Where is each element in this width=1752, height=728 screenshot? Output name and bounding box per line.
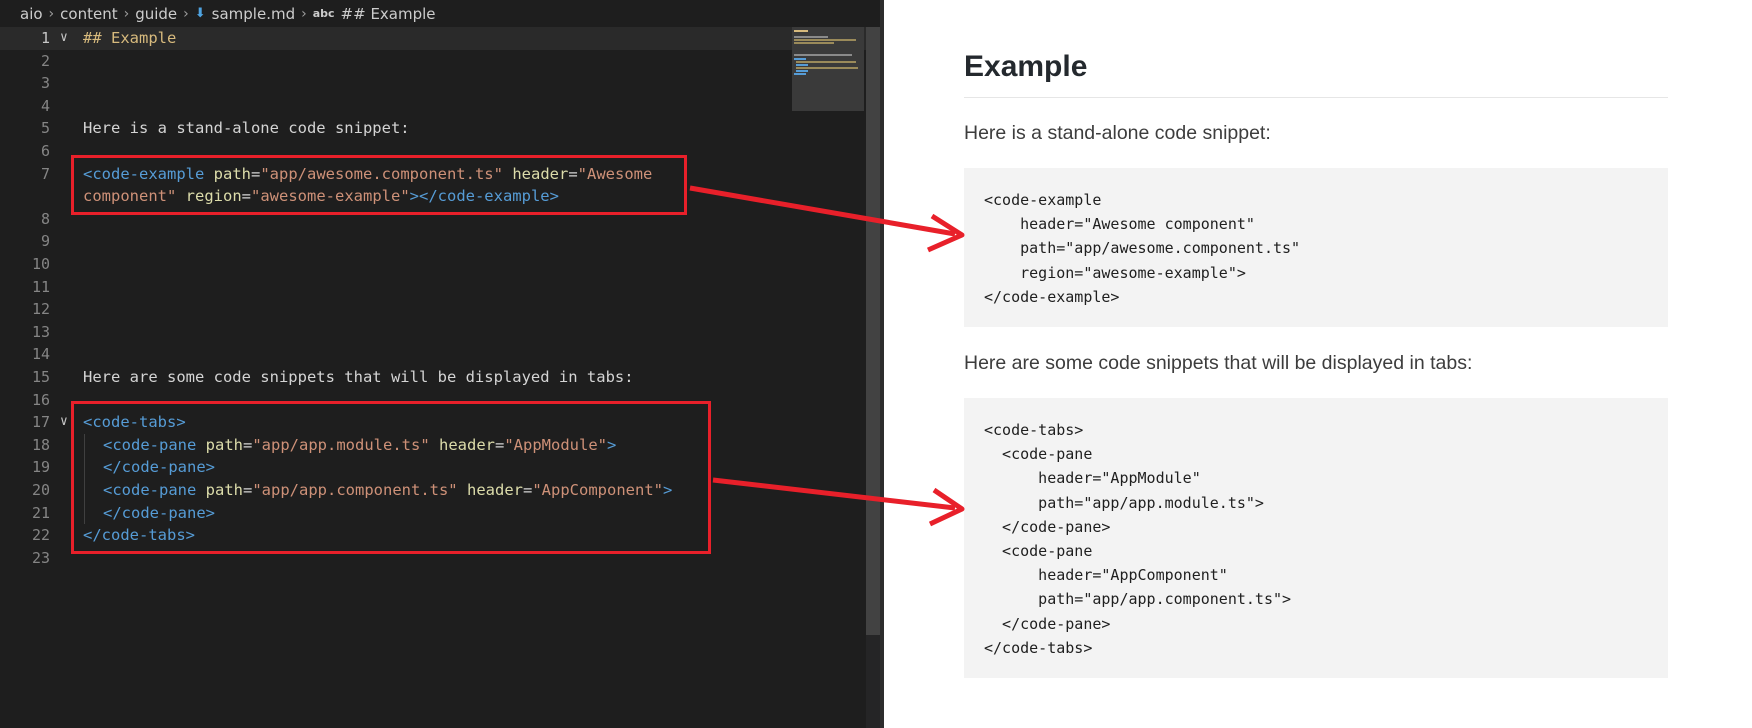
- line-number: 16: [31, 390, 50, 409]
- code-example-block: <code-example header="Awesome component"…: [964, 168, 1668, 327]
- code-line[interactable]: 2: [0, 50, 866, 73]
- line-number: 20: [31, 481, 50, 499]
- line-number: 10: [31, 255, 50, 273]
- minimap-line: [794, 73, 806, 75]
- code-line[interactable]: 12: [0, 298, 866, 321]
- vertical-scrollbar-thumb[interactable]: [866, 27, 880, 635]
- line-number: 11: [31, 277, 50, 296]
- breadcrumb-item-file[interactable]: sample.md: [212, 5, 295, 23]
- code-line[interactable]: 10: [0, 253, 866, 276]
- breadcrumb-item-guide[interactable]: guide: [135, 5, 177, 23]
- code-line[interactable]: 9: [0, 230, 866, 253]
- code-line[interactable]: 13: [0, 321, 866, 344]
- code-line[interactable]: 3: [0, 72, 866, 95]
- code-text: Here is a stand-alone code snippet:: [83, 119, 410, 138]
- breadcrumb-item-aio[interactable]: aio: [20, 5, 43, 23]
- minimap-line: [796, 64, 808, 66]
- breadcrumb-item-symbol[interactable]: ## Example: [341, 5, 436, 23]
- code-line[interactable]: 11: [0, 276, 866, 299]
- minimap-line: [794, 58, 806, 60]
- code-text: ## Example: [83, 29, 177, 47]
- markdown-file-icon: ⬇: [194, 6, 206, 21]
- code-tabs-block: <code-tabs> <code-pane header="AppModule…: [964, 398, 1668, 678]
- minimap-line: [796, 67, 858, 69]
- line-number: 2: [40, 51, 50, 70]
- line-number: 6: [40, 142, 50, 160]
- line-number: 14: [31, 345, 50, 364]
- line-number: 8: [40, 209, 50, 228]
- code-area[interactable]: 1 ∨ ## Example 2 3 4 5 Here is a stand-a…: [0, 27, 866, 728]
- minimap[interactable]: [792, 27, 864, 111]
- heading-rule: [964, 97, 1668, 98]
- page-title: Example: [964, 50, 1088, 83]
- abc-symbol-icon: abc: [312, 7, 335, 20]
- minimap-line: [794, 30, 808, 32]
- line-number: 23: [31, 548, 50, 567]
- code-line[interactable]: 15 Here are some code snippets that will…: [0, 366, 866, 389]
- line-number: 3: [40, 74, 50, 93]
- minimap-line: [794, 36, 828, 38]
- line-number: 13: [31, 322, 50, 341]
- line-number: 15: [31, 368, 50, 386]
- code-line[interactable]: 5 Here is a stand-alone code snippet:: [0, 117, 866, 140]
- fold-chevron-icon[interactable]: ∨: [60, 27, 68, 50]
- line-number: 21: [31, 503, 50, 522]
- line-number: 4: [40, 96, 50, 115]
- minimap-line: [794, 42, 834, 44]
- chevron-right-icon: ›: [301, 5, 307, 22]
- fold-chevron-icon[interactable]: ∨: [60, 411, 68, 434]
- annotation-box-code-example: [71, 155, 687, 215]
- chevron-right-icon: ›: [183, 5, 189, 22]
- paragraph: Here is a stand-alone code snippet:: [964, 122, 1271, 144]
- code-line[interactable]: 14: [0, 343, 866, 366]
- code-text: Here are some code snippets that will be…: [83, 368, 634, 386]
- breadcrumb-item-content[interactable]: content: [60, 5, 117, 23]
- line-number: 19: [31, 458, 50, 477]
- line-number: 5: [40, 119, 50, 138]
- line-number: 12: [31, 300, 50, 319]
- code-line[interactable]: 4: [0, 95, 866, 118]
- code-editor[interactable]: aio › content › guide › ⬇ sample.md › ab…: [0, 0, 884, 728]
- breadcrumb: aio › content › guide › ⬇ sample.md › ab…: [0, 0, 884, 27]
- annotation-box-code-tabs: [71, 401, 711, 554]
- chevron-right-icon: ›: [48, 5, 55, 22]
- minimap-line: [794, 39, 856, 41]
- line-number: 22: [31, 526, 50, 545]
- minimap-line: [794, 54, 852, 56]
- line-number: 18: [31, 435, 50, 454]
- chevron-right-icon: ›: [123, 5, 130, 22]
- minimap-line: [796, 70, 808, 72]
- line-number: 1: [40, 29, 50, 47]
- paragraph: Here are some code snippets that will be…: [964, 352, 1473, 374]
- minimap-line: [796, 61, 856, 63]
- markdown-preview[interactable]: Example Here is a stand-alone code snipp…: [884, 0, 1752, 728]
- line-number: 17: [31, 413, 50, 432]
- line-number: 7: [40, 164, 50, 183]
- line-number: 9: [40, 232, 50, 251]
- code-line[interactable]: 1 ∨ ## Example: [0, 27, 866, 50]
